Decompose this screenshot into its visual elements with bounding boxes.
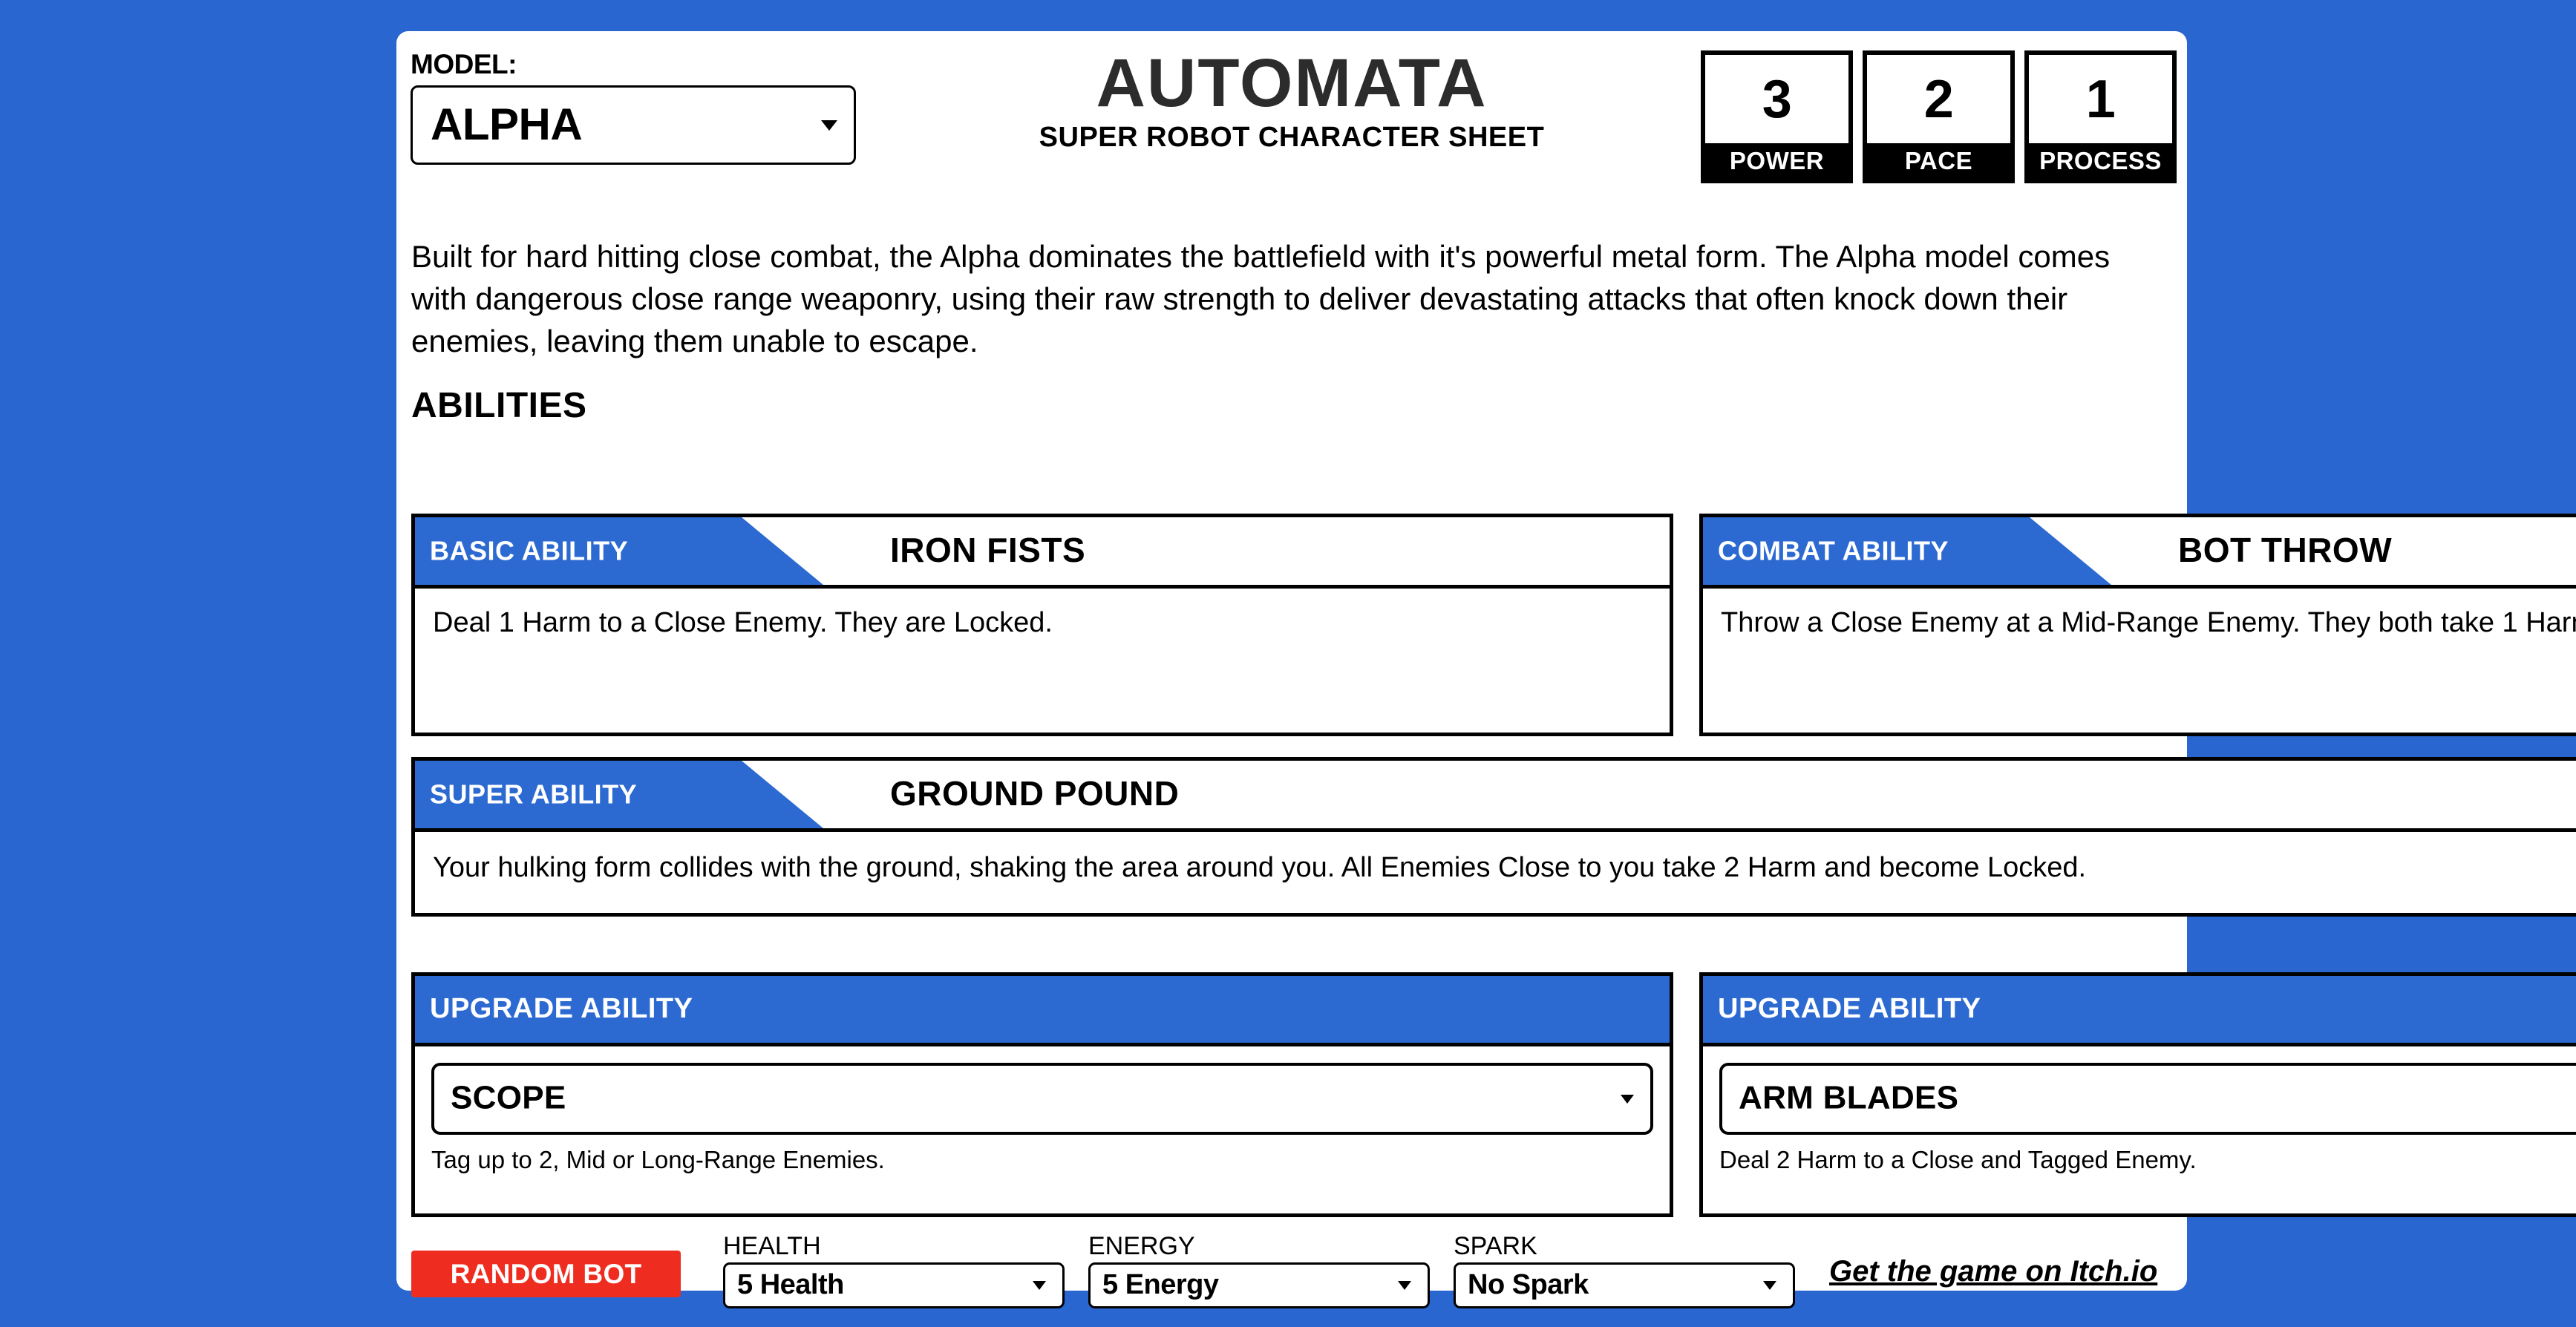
random-bot-button[interactable]: RANDOM BOT: [411, 1251, 681, 1297]
spark-value: No Spark: [1468, 1268, 1589, 1300]
upgrade-header: UPGRADE ABILITY: [415, 976, 1670, 1046]
stat-box-pace: 2 PACE: [1863, 50, 2015, 183]
upgrade-select-right[interactable]: ARM BLADES: [1719, 1063, 2576, 1135]
health-value: 5 Health: [737, 1268, 844, 1300]
ability-card-super: SUPER ABILITY GROUND POUND Your hulking …: [411, 757, 2576, 917]
upgrade-body: SCOPE Tag up to 2, Mid or Long-Range Ene…: [415, 1046, 1670, 1175]
upgrade-body: ARM BLADES Deal 2 Harm to a Close and Ta…: [1703, 1046, 2576, 1175]
stat-value: 2: [1923, 69, 1954, 129]
upgrade-select-left[interactable]: SCOPE: [431, 1063, 1653, 1135]
upgrade-card-left: UPGRADE ABILITY SCOPE Tag up to 2, Mid o…: [411, 972, 1673, 1217]
ability-header: COMBAT ABILITY BOT THROW: [1703, 517, 2576, 585]
character-sheet: MODEL: ALPHA AUTOMATA SUPER ROBOT CHARAC…: [396, 31, 2576, 1308]
ability-text: Deal 1 Harm to a Close Enemy. They are L…: [415, 585, 1670, 640]
sheet-footer: RANDOM BOT HEALTH 5 Health ENERGY 5 Ener…: [411, 1232, 2576, 1308]
ability-card-basic: BASIC ABILITY IRON FISTS Deal 1 Harm to …: [411, 514, 1673, 736]
spark-field: SPARK No Spark: [1454, 1232, 1795, 1308]
upgrade-header: UPGRADE ABILITY: [1703, 976, 2576, 1046]
chevron-down-icon: [1621, 1094, 1634, 1104]
stat-label: POWER: [1705, 143, 1848, 179]
stat-boxes: 3 POWER 2 PACE 1 PROCESS: [1701, 50, 2177, 183]
stat-value: 1: [2085, 69, 2116, 129]
health-select[interactable]: 5 Health: [723, 1262, 1065, 1308]
upgrade-description: Tag up to 2, Mid or Long-Range Enemies.: [431, 1146, 885, 1173]
stat-label: PROCESS: [2029, 143, 2172, 179]
model-block: MODEL: ALPHA: [411, 50, 856, 165]
stat-box-process: 1 PROCESS: [2024, 50, 2177, 183]
energy-value: 5 Energy: [1102, 1268, 1219, 1300]
chevron-down-icon: [1033, 1281, 1046, 1290]
upgrade-kind-label: UPGRADE ABILITY: [1718, 993, 1981, 1025]
health-label: HEALTH: [723, 1232, 821, 1260]
chevron-down-icon: [821, 119, 837, 131]
spark-label: SPARK: [1454, 1232, 1537, 1260]
stat-box-power: 3 POWER: [1701, 50, 1853, 183]
ability-text: Throw a Close Enemy at a Mid-Range Enemy…: [1703, 585, 2576, 640]
ability-kind-label: BASIC ABILITY: [430, 534, 629, 566]
model-select[interactable]: ALPHA: [411, 85, 856, 165]
chevron-down-icon: [1763, 1281, 1776, 1290]
ability-header: SUPER ABILITY GROUND POUND: [415, 761, 2576, 828]
model-description: Built for hard hitting close combat, the…: [411, 239, 2111, 358]
upgrade-select-value: SCOPE: [451, 1079, 566, 1116]
stat-label: PACE: [1867, 143, 2010, 179]
ability-kind-label: COMBAT ABILITY: [1718, 534, 1949, 566]
ability-card-combat: COMBAT ABILITY BOT THROW Throw a Close E…: [1699, 514, 2576, 736]
model-label: MODEL:: [411, 49, 517, 79]
abilities-heading: ABILITIES: [411, 386, 587, 425]
ability-name: BOT THROW: [2178, 530, 2393, 569]
upgrade-select-value: ARM BLADES: [1739, 1079, 1959, 1116]
model-select-value: ALPHA: [431, 99, 583, 149]
energy-field: ENERGY 5 Energy: [1088, 1232, 1430, 1308]
energy-select[interactable]: 5 Energy: [1088, 1262, 1430, 1308]
sheet-header: MODEL: ALPHA AUTOMATA SUPER ROBOT CHARAC…: [396, 31, 2187, 246]
upgrade-kind-label: UPGRADE ABILITY: [430, 993, 693, 1025]
spark-select[interactable]: No Spark: [1454, 1262, 1795, 1308]
stat-value: 3: [1762, 69, 1792, 129]
itch-io-link[interactable]: Get the game on Itch.io: [1829, 1254, 2157, 1288]
ability-header: BASIC ABILITY IRON FISTS: [415, 517, 1670, 585]
ability-kind-label: SUPER ABILITY: [430, 778, 638, 809]
ability-text: Your hulking form collides with the grou…: [415, 828, 2576, 885]
energy-label: ENERGY: [1088, 1232, 1195, 1260]
health-field: HEALTH 5 Health: [723, 1232, 1065, 1308]
upgrade-card-right: UPGRADE ABILITY ARM BLADES Deal 2 Harm t…: [1699, 972, 2576, 1217]
chevron-down-icon: [1398, 1281, 1411, 1290]
ability-name: GROUND POUND: [890, 773, 1180, 813]
ability-name: IRON FISTS: [890, 530, 1086, 569]
upgrade-description: Deal 2 Harm to a Close and Tagged Enemy.: [1719, 1146, 2197, 1173]
